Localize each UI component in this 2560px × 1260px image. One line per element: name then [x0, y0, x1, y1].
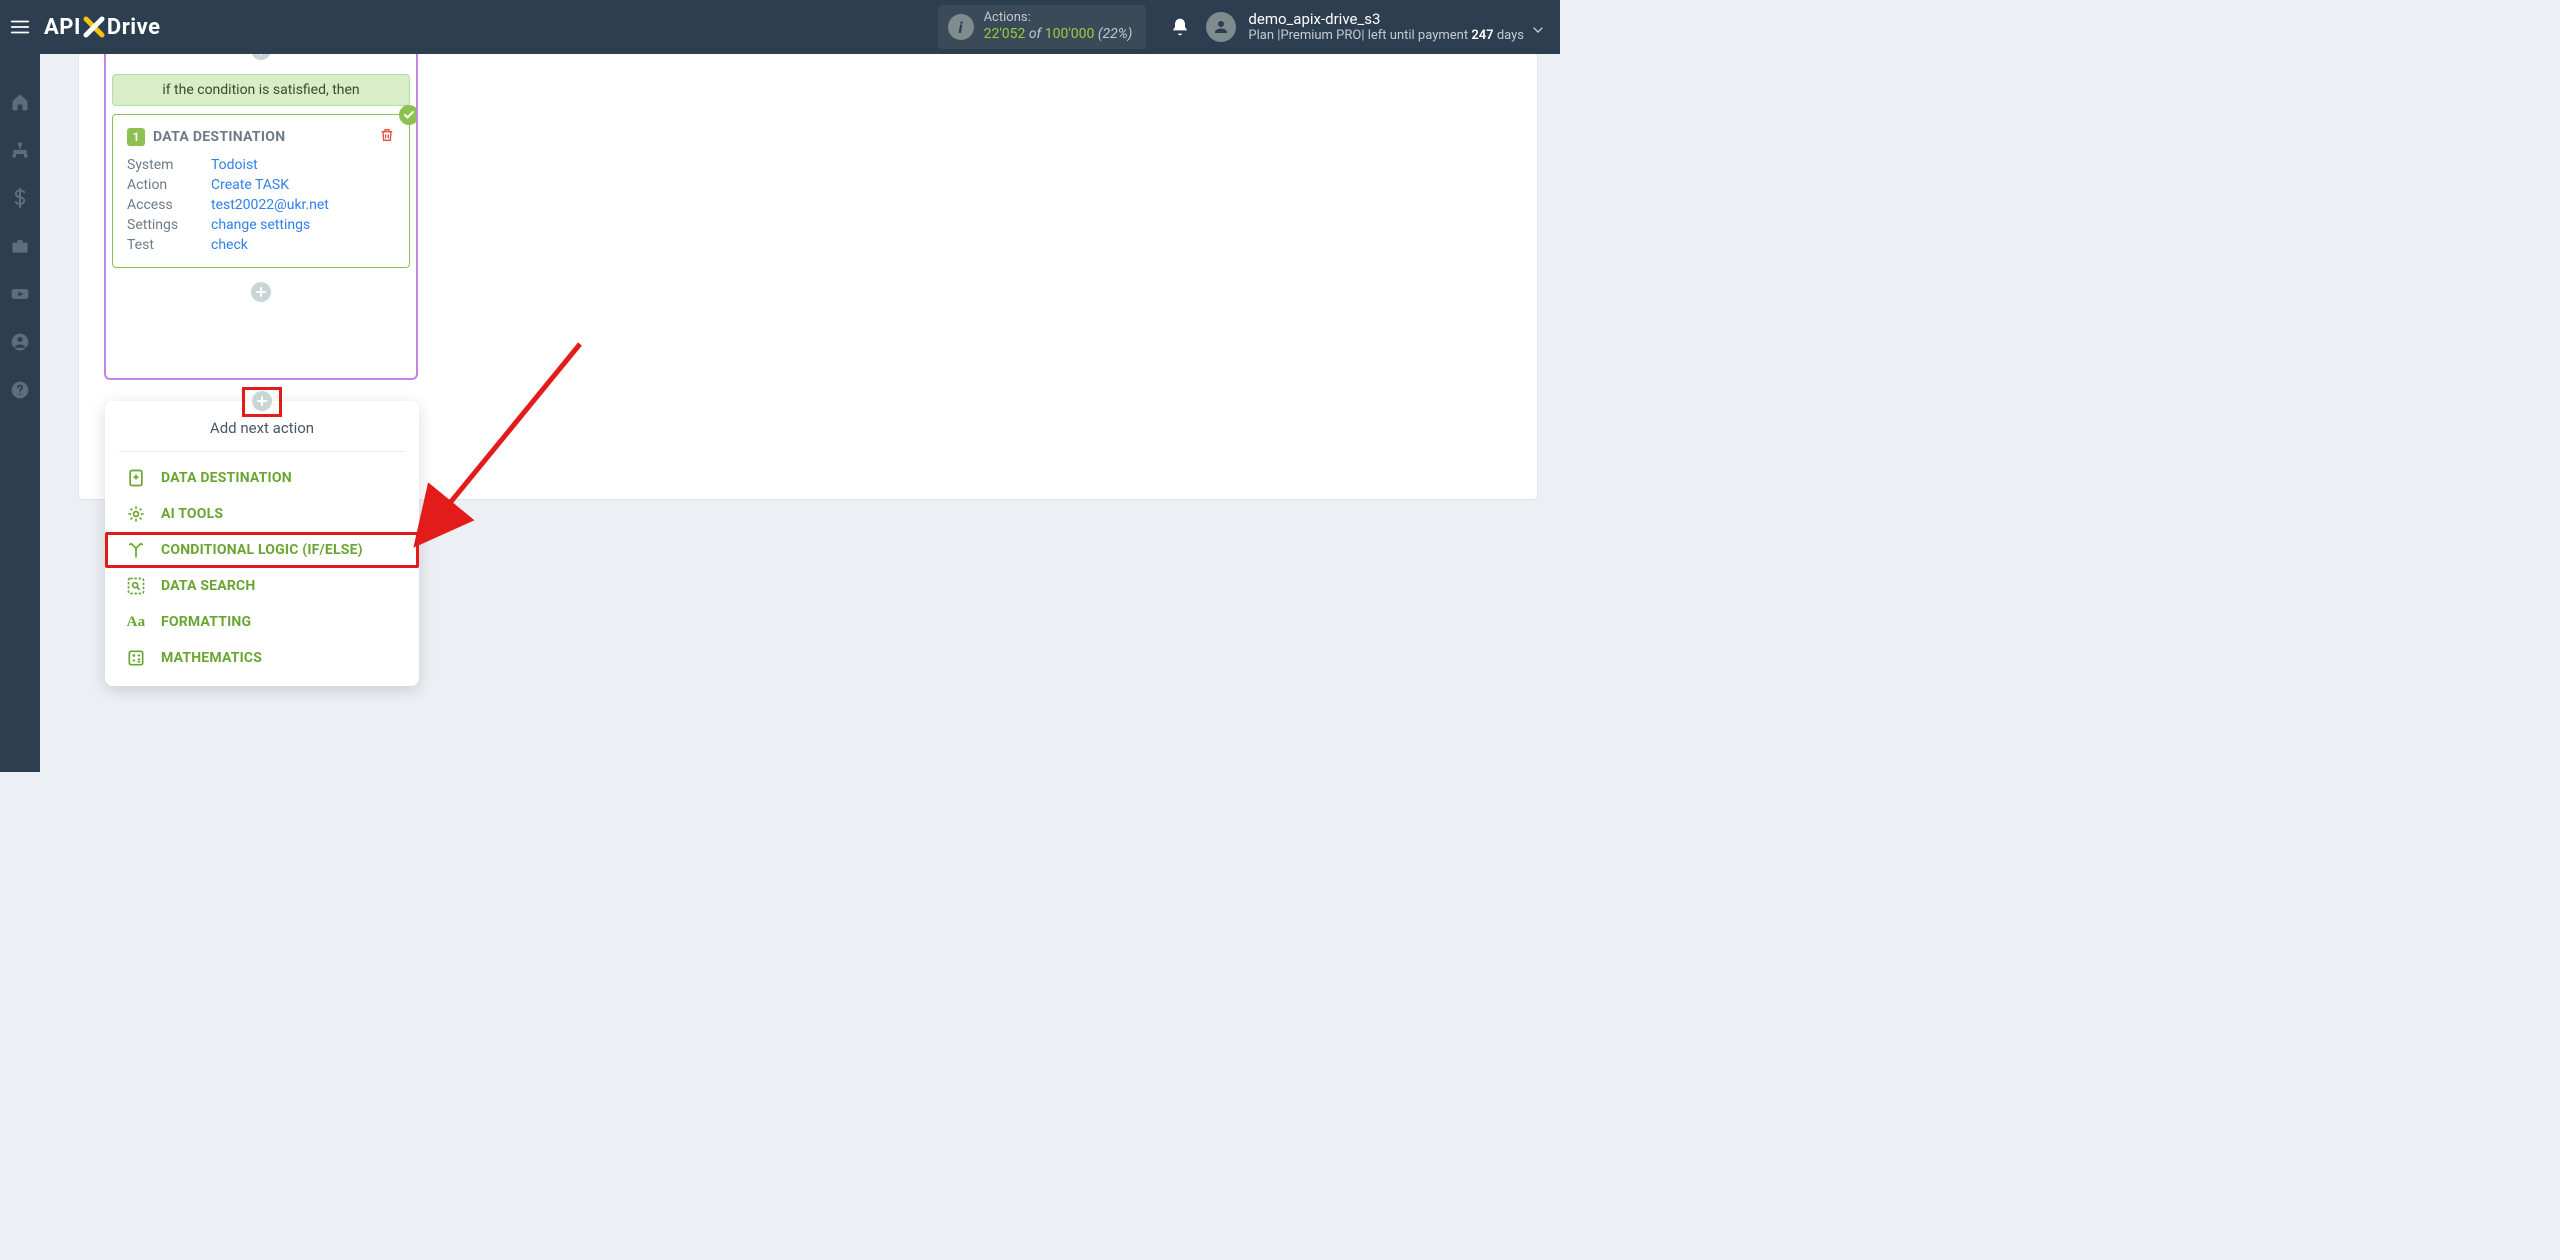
dollar-icon [10, 188, 30, 208]
youtube-icon [10, 284, 30, 304]
actions-used: 22'052 [984, 26, 1026, 42]
actions-pct: (22%) [1094, 26, 1132, 42]
nav-youtube[interactable] [0, 274, 40, 314]
menu-item-label: AI TOOLS [161, 506, 223, 522]
data-destination-card[interactable]: 1 DATA DESTINATION System Todoist Action… [112, 114, 410, 268]
briefcase-icon [10, 236, 30, 256]
actions-max: 100'000 [1045, 26, 1095, 42]
card-number-badge: 1 [127, 128, 145, 146]
user-menu[interactable]: demo_apix-drive_s3 Plan |Premium PRO| le… [1206, 10, 1560, 44]
check-icon [403, 109, 415, 121]
menu-item-label: MATHEMATICS [161, 650, 262, 666]
plan-name: Premium PRO [1280, 28, 1361, 43]
bell-icon [1170, 17, 1190, 37]
logo-text-api: API [44, 15, 81, 40]
menu-item-mathematics[interactable]: MATHEMATICS [105, 640, 419, 676]
ai-icon [125, 503, 147, 525]
nav-account[interactable] [0, 322, 40, 362]
avatar [1206, 12, 1236, 42]
menu-item-ai-tools[interactable]: AI TOOLS [105, 496, 419, 532]
plus-icon [256, 287, 266, 297]
actions-values: 22'052 of 100'000 (22%) [984, 26, 1133, 42]
system-label: System [127, 157, 211, 173]
nav-billing[interactable] [0, 178, 40, 218]
menu-item-data-search[interactable]: DATA SEARCH [105, 568, 419, 604]
plan-middle: | left until payment [1361, 28, 1471, 43]
settings-label: Settings [127, 217, 211, 233]
test-value[interactable]: check [211, 237, 395, 253]
destination-icon [125, 467, 147, 489]
nav-flows[interactable] [0, 130, 40, 170]
help-icon [10, 380, 30, 400]
system-value[interactable]: Todoist [211, 157, 395, 173]
popup-menu: DATA DESTINATION AI TOOLS CONDITIONAL LO… [105, 460, 419, 676]
settings-value[interactable]: change settings [211, 217, 395, 233]
plan-days-suffix: days [1494, 28, 1524, 43]
search-icon [125, 575, 147, 597]
logo-x-icon [82, 15, 106, 39]
nav-home[interactable] [0, 82, 40, 122]
actions-label: Actions: [984, 11, 1133, 26]
actions-of: of [1025, 26, 1044, 42]
main-area: Test check if the condition is satisfied… [40, 54, 1560, 772]
card-title: DATA DESTINATION [153, 129, 285, 145]
add-next-action-popup: Add next action DATA DESTINATION AI TOOL… [105, 401, 419, 686]
nav-briefcase[interactable] [0, 226, 40, 266]
formatting-icon: Aa [125, 611, 147, 633]
access-label: Access [127, 197, 211, 213]
add-next-action-trigger[interactable] [252, 391, 272, 411]
menu-item-label: DATA SEARCH [161, 578, 255, 594]
logo-text-drive: Drive [107, 15, 161, 40]
chevron-down-icon [1530, 22, 1546, 38]
trash-icon [379, 127, 395, 143]
sitemap-icon [10, 140, 30, 160]
action-value[interactable]: Create TASK [211, 177, 395, 193]
notifications-button[interactable] [1160, 17, 1200, 37]
left-sidebar [0, 54, 40, 772]
branch-icon [125, 539, 147, 561]
nav-help[interactable] [0, 370, 40, 410]
plan-prefix: Plan | [1248, 28, 1280, 43]
card-status-check [399, 105, 418, 125]
actions-usage-box[interactable]: i Actions: 22'052 of 100'000 (22%) [938, 5, 1147, 48]
account-icon [10, 332, 30, 352]
hamburger-icon [9, 16, 31, 38]
menu-item-label: FORMATTING [161, 614, 251, 630]
user-menu-caret[interactable] [1530, 22, 1546, 42]
menu-item-data-destination[interactable]: DATA DESTINATION [105, 460, 419, 496]
user-plan-line: Plan |Premium PRO| left until payment 24… [1248, 28, 1524, 44]
test-label: Test [127, 237, 211, 253]
info-icon: i [948, 14, 974, 40]
delete-card-button[interactable] [379, 127, 395, 147]
condition-satisfied-bar: if the condition is satisfied, then [112, 74, 410, 106]
action-label: Action [127, 177, 211, 193]
menu-item-label: CONDITIONAL LOGIC (IF/ELSE) [161, 542, 363, 558]
card-fields: System Todoist Action Create TASK Access… [127, 157, 395, 253]
add-inner-bottom-button[interactable] [251, 282, 271, 302]
user-name: demo_apix-drive_s3 [1248, 10, 1524, 28]
menu-item-label: DATA DESTINATION [161, 470, 292, 486]
hamburger-menu-button[interactable] [0, 0, 40, 54]
home-icon [10, 92, 30, 112]
user-icon [1212, 18, 1230, 36]
menu-item-conditional-logic[interactable]: CONDITIONAL LOGIC (IF/ELSE) [105, 532, 419, 568]
menu-item-formatting[interactable]: Aa FORMATTING [105, 604, 419, 640]
plus-icon [257, 396, 267, 406]
popup-divider [119, 451, 405, 452]
access-value[interactable]: test20022@ukr.net [211, 197, 395, 213]
plan-days-num: 247 [1471, 28, 1493, 43]
brand-logo[interactable]: API Drive [44, 15, 160, 40]
popup-title: Add next action [105, 419, 419, 451]
conditional-block: Test check if the condition is satisfied… [104, 0, 418, 380]
math-icon [125, 647, 147, 669]
app-header: API Drive i Actions: 22'052 of 100'000 (… [0, 0, 1560, 54]
